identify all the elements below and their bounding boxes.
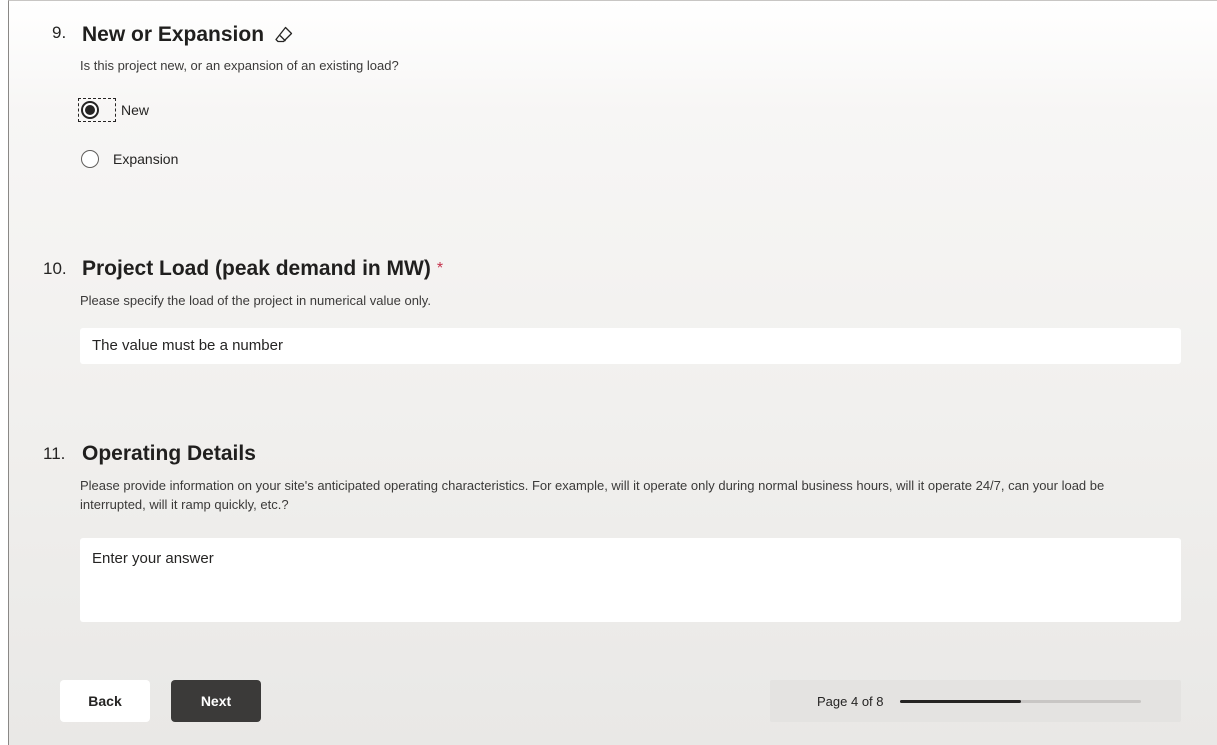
page-indicator: Page 4 of 8 bbox=[817, 693, 884, 709]
radio-button[interactable] bbox=[81, 150, 99, 168]
radio-label: Expansion bbox=[113, 151, 179, 167]
project-load-input[interactable]: The value must be a number bbox=[80, 328, 1181, 364]
input-placeholder: Enter your answer bbox=[92, 550, 214, 567]
question-description: Is this project new, or an expansion of … bbox=[80, 58, 399, 73]
form-page: 9. New or Expansion Is this project new,… bbox=[8, 0, 1217, 745]
question-title-text: New or Expansion bbox=[82, 23, 265, 46]
radio-option-expansion[interactable]: Expansion bbox=[81, 150, 178, 168]
back-button[interactable]: Back bbox=[60, 680, 150, 722]
question-number: 9. bbox=[52, 23, 67, 42]
input-placeholder: The value must be a number bbox=[92, 337, 283, 354]
question-title-text: Operating Details bbox=[82, 442, 256, 465]
progress-fill bbox=[900, 699, 1021, 703]
question-number: 10. bbox=[43, 259, 67, 278]
question-number: 11. bbox=[43, 444, 66, 463]
page-progress: Page 4 of 8 bbox=[770, 680, 1181, 722]
eraser-icon[interactable] bbox=[274, 25, 294, 45]
radio-label: New bbox=[121, 102, 150, 118]
question-description: Please provide information on your site'… bbox=[80, 478, 1105, 512]
question-description: Please specify the load of the project i… bbox=[80, 293, 431, 308]
question-title: Operating Details bbox=[82, 442, 256, 466]
progress-track bbox=[900, 699, 1141, 703]
next-button[interactable]: Next bbox=[171, 680, 261, 722]
radio-option-new[interactable]: New bbox=[78, 98, 150, 122]
operating-details-textarea[interactable]: Enter your answer bbox=[80, 538, 1181, 622]
radio-button-selected[interactable] bbox=[81, 101, 99, 119]
question-title: New or Expansion bbox=[82, 23, 294, 47]
required-asterisk: * bbox=[436, 260, 444, 277]
focus-outline bbox=[78, 98, 116, 122]
question-title: Project Load (peak demand in MW) * bbox=[82, 257, 443, 281]
question-title-text: Project Load (peak demand in MW) bbox=[82, 257, 431, 280]
